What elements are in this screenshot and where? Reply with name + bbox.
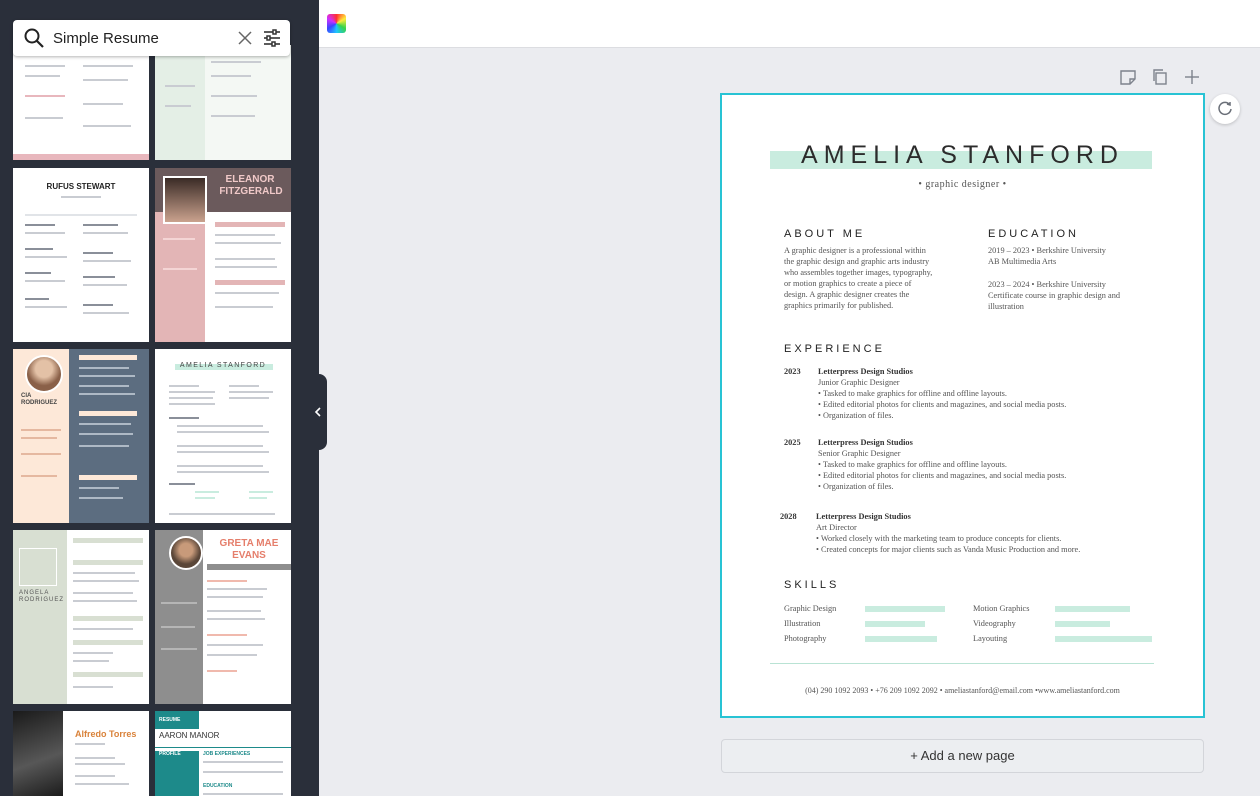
search-input[interactable]	[51, 28, 230, 48]
skill-label: Layouting	[973, 634, 1008, 643]
skill-bar	[865, 606, 945, 612]
refresh-button[interactable]	[1210, 94, 1240, 124]
search-icon	[24, 28, 44, 48]
resume-name: AMELIA STANFORD	[801, 141, 1124, 169]
skill-bar	[865, 621, 925, 627]
refresh-icon	[1218, 101, 1232, 116]
avatar	[169, 536, 203, 570]
experience-year: 2025	[784, 438, 801, 447]
template-label: PROFILE	[159, 751, 181, 757]
template-thumbnail[interactable]	[13, 45, 149, 160]
chevron-left-icon	[314, 407, 321, 417]
add-page-button[interactable]: + Add a new page	[721, 739, 1204, 773]
plus-icon[interactable]	[1183, 68, 1201, 86]
contact-line: (04) 290 1092 2093 • +76 209 1092 2092 •…	[805, 686, 1120, 695]
template-title: Alfredo Torres	[75, 729, 137, 739]
education-item: 2023 – 2024 • Berkshire University Certif…	[988, 280, 1121, 311]
experience-year: 2028	[780, 512, 797, 521]
avatar	[25, 355, 63, 393]
template-thumbnail[interactable]: CIA RODRIGUEZ	[13, 349, 149, 523]
skill-bar	[1055, 621, 1110, 627]
template-title: ANGELA	[19, 590, 50, 596]
color-picker-icon[interactable]	[327, 14, 346, 33]
template-thumbnail[interactable]: RUFUS STEWART	[13, 168, 149, 342]
toolbar	[319, 0, 1260, 48]
template-thumbnail[interactable]: AMELIA STANFORD	[155, 349, 291, 523]
resume-role: • graphic designer •	[918, 179, 1007, 190]
template-title: EVANS	[232, 550, 266, 561]
template-thumbnail[interactable]: ANGELA RODRIGUEZ	[13, 530, 149, 704]
template-label: JOB EXPERIENCES	[203, 751, 251, 757]
template-thumbnail[interactable]: ELEANOR FITZGERALD	[155, 168, 291, 342]
template-thumbnail[interactable]	[155, 45, 291, 160]
template-thumbnail[interactable]: Alfredo Torres	[13, 711, 149, 796]
template-label: RESUME	[159, 717, 181, 723]
template-title: RODRIGUEZ	[21, 400, 57, 406]
template-thumbnail[interactable]: RESUME AARON MANOR PROFILE JOB EXPERIENC…	[155, 711, 291, 796]
experience-year: 2023	[784, 367, 801, 376]
avatar	[163, 176, 207, 224]
about-heading: ABOUT ME	[784, 228, 866, 240]
experience-item: Letterpress Design Studios Art Director …	[816, 512, 1081, 554]
template-title: AARON MANOR	[159, 731, 220, 740]
skills-heading: SKILLS	[784, 579, 840, 591]
skill-label: Graphic Design	[784, 604, 837, 613]
close-icon[interactable]	[236, 29, 254, 47]
note-icon[interactable]	[1119, 68, 1137, 86]
skill-label: Illustration	[784, 619, 821, 628]
skill-bar	[865, 636, 937, 642]
search-box[interactable]	[13, 20, 290, 56]
resume-page[interactable]: AMELIA STANFORD • graphic designer • ABO…	[720, 93, 1205, 718]
template-thumbnail[interactable]: GRETA MAE EVANS	[155, 530, 291, 704]
template-title: ELEANOR	[225, 174, 275, 185]
skill-bar	[1055, 636, 1152, 642]
education-heading: EDUCATION	[988, 228, 1079, 240]
about-text: A graphic designer is a professional wit…	[784, 246, 933, 310]
template-title: GRETA MAE	[219, 538, 279, 549]
skill-label: Videography	[973, 619, 1016, 628]
skill-bar	[1055, 606, 1130, 612]
template-panel: RUFUS STEWART ELEANOR FITZGERALD CIA ROD…	[0, 0, 319, 796]
avatar	[13, 711, 63, 796]
experience-item: Letterpress Design Studios Senior Graphi…	[818, 438, 1067, 491]
template-title: CIA	[21, 393, 32, 399]
experience-heading: EXPERIENCE	[784, 343, 885, 355]
filter-sliders-icon[interactable]	[262, 28, 282, 48]
template-label: EDUCATION	[203, 783, 233, 789]
experience-item: Letterpress Design Studios Junior Graphi…	[818, 367, 1067, 420]
template-title: RODRIGUEZ	[19, 597, 64, 603]
template-title: AMELIA STANFORD	[179, 362, 267, 369]
skill-label: Photography	[784, 634, 827, 643]
copy-icon[interactable]	[1151, 68, 1169, 86]
divider	[770, 663, 1154, 664]
template-title: RUFUS STEWART	[46, 182, 116, 191]
collapse-panel-button[interactable]	[309, 374, 327, 450]
template-title: FITZGERALD	[219, 186, 283, 197]
skill-label: Motion Graphics	[973, 604, 1030, 613]
education-item: 2019 – 2023 • Berkshire University AB Mul…	[988, 246, 1106, 266]
